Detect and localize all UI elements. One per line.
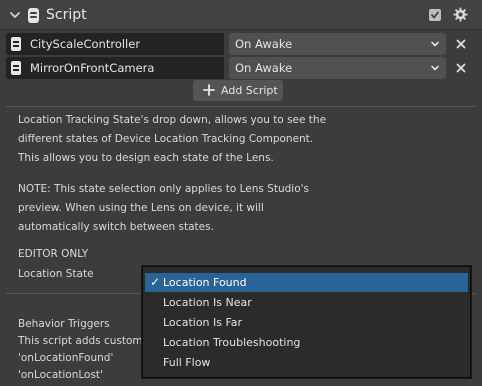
description-text: Location Tracking State's drop down, all…: [18, 111, 326, 168]
script-asset-field[interactable]: MirrorOnFrontCamera: [6, 57, 224, 79]
menu-item-location-is-near[interactable]: Location Is Near: [145, 293, 468, 312]
editor-only-heading: EDITOR ONLY: [18, 248, 89, 260]
note-text: NOTE: This state selection only applies …: [18, 180, 309, 237]
menu-item-label: Location Found: [163, 276, 247, 289]
add-script-button[interactable]: Add Script: [193, 80, 283, 101]
menu-item-label: Location Is Near: [163, 296, 252, 309]
event-value: On Awake: [235, 61, 293, 75]
checkbox-icon: [431, 11, 439, 19]
close-icon[interactable]: [455, 62, 467, 74]
behavior-triggers-text: Behavior Triggers This script adds custo…: [18, 316, 142, 384]
script-row: MirrorOnFrontCamera On Awake: [0, 57, 482, 79]
behavior-line: This script adds custom: [18, 335, 142, 347]
description-line: different states of Device Location Trac…: [18, 133, 314, 145]
behavior-line: 'onLocationLost': [18, 369, 103, 381]
script-asset-field[interactable]: CityScaleController: [6, 33, 224, 55]
checkmark-icon: ✓: [150, 275, 161, 289]
event-value: On Awake: [235, 37, 293, 51]
menu-item-location-is-far[interactable]: Location Is Far: [145, 313, 468, 332]
chevron-down-icon: [431, 65, 439, 71]
event-dropdown[interactable]: On Awake: [229, 33, 446, 55]
script-icon: [11, 61, 21, 75]
menu-item-label: Location Troubleshooting: [163, 336, 301, 349]
menu-item-full-flow[interactable]: Full Flow: [145, 353, 468, 372]
script-icon: [28, 8, 39, 23]
enable-checkbox[interactable]: [429, 9, 441, 21]
note-line: preview. When using the Lens on device, …: [18, 202, 264, 214]
menu-item-label: Full Flow: [163, 356, 211, 369]
script-name: CityScaleController: [30, 37, 141, 51]
gear-icon[interactable]: [453, 7, 468, 22]
location-state-menu: ✓ Location Found Location Is Near Locati…: [142, 266, 471, 378]
event-dropdown[interactable]: On Awake: [229, 57, 446, 79]
chevron-down-icon: [431, 41, 439, 47]
script-row: CityScaleController On Awake: [0, 33, 482, 55]
note-line: automatically switch between states.: [18, 221, 214, 233]
behavior-line: 'onLocationFound': [18, 352, 114, 364]
menu-item-location-found[interactable]: ✓ Location Found: [145, 273, 468, 292]
divider: [6, 106, 476, 107]
description-line: Location Tracking State's drop down, all…: [18, 114, 327, 126]
description-line: This allows you to design each state of …: [18, 152, 274, 164]
chevron-down-icon[interactable]: [9, 9, 21, 21]
plus-circle-icon: [203, 84, 215, 96]
close-icon[interactable]: [455, 38, 467, 50]
menu-item-label: Location Is Far: [163, 316, 243, 329]
note-line: NOTE: This state selection only applies …: [18, 183, 309, 195]
component-header: Script: [0, 0, 482, 30]
component-title: Script: [46, 7, 87, 23]
add-script-label: Add Script: [221, 84, 278, 97]
script-icon: [11, 37, 21, 51]
behavior-line: Behavior Triggers: [18, 318, 110, 330]
menu-item-location-troubleshooting[interactable]: Location Troubleshooting: [145, 333, 468, 352]
script-name: MirrorOnFrontCamera: [30, 61, 155, 75]
location-state-label: Location State: [18, 268, 94, 280]
